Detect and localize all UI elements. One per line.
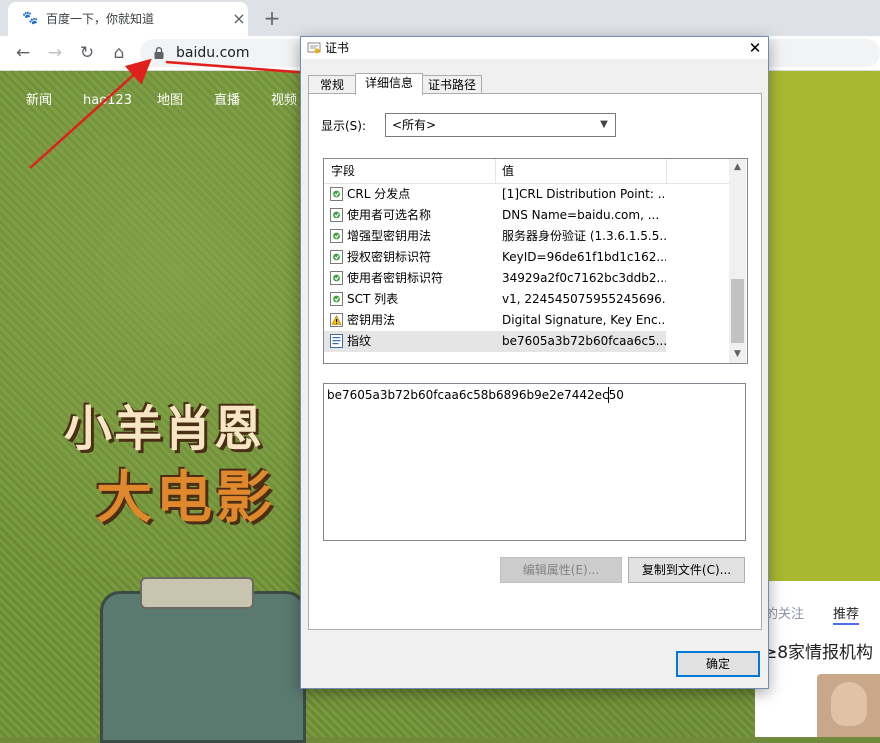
certificate-dialog: 证书 ✕ 常规 详细信息 证书路径 显示(S): <所有> ▼ 字段 值 CRL… <box>300 36 769 689</box>
table-row[interactable]: 增强型密钥用法 服务器身份验证 (1.3.6.1.5.5... <box>324 226 666 247</box>
extension-icon <box>330 229 343 243</box>
extension-icon <box>330 292 343 306</box>
chevron-down-icon: ▼ <box>600 119 608 130</box>
nav-hao123[interactable]: hao123 <box>83 93 132 109</box>
row-field-name: 授权密钥标识符 <box>347 250 432 264</box>
poster-car-roof <box>140 577 254 609</box>
dialog-title: 证书 <box>325 41 350 55</box>
table-row[interactable]: 使用者可选名称 DNS Name=baidu.com, ... <box>324 205 666 226</box>
row-field-name: CRL 分发点 <box>347 187 411 201</box>
nav-live[interactable]: 直播 <box>214 93 240 109</box>
list-scrollbar[interactable]: ▲ ▼ <box>729 159 746 363</box>
value-detail-text: be7605a3b72b60fcaa6c58b6896b9e2e7442ec50 <box>327 388 624 402</box>
property-icon <box>330 334 343 348</box>
ok-button[interactable]: 确定 <box>676 651 760 677</box>
feed-headline[interactable]: ≥8家情报机构 <box>763 638 873 663</box>
table-row[interactable]: SCT 列表 v1, 224545075955245696... <box>324 289 666 310</box>
show-select-value: <所有> <box>392 118 437 132</box>
row-field-value: DNS Name=baidu.com, ... <box>502 208 660 222</box>
new-tab-button[interactable]: + <box>260 6 284 30</box>
row-field-name: SCT 列表 <box>347 292 399 306</box>
forward-arrow-icon[interactable]: → <box>42 40 68 66</box>
row-field-value: KeyID=96de61f1bd1c162... <box>502 250 666 264</box>
row-field-name: 密钥用法 <box>347 313 396 327</box>
row-field-value: be7605a3b72b60fcaa6c5... <box>502 334 666 348</box>
browser-tab[interactable]: 🐾 百度一下，你就知道 × <box>8 2 248 36</box>
critical-extension-icon <box>330 313 343 327</box>
url-text: baidu.com <box>176 45 250 61</box>
scroll-thumb[interactable] <box>731 279 744 343</box>
column-header-field[interactable]: 字段 <box>331 159 355 183</box>
row-field-name: 增强型密钥用法 <box>347 229 432 243</box>
reload-icon[interactable]: ↻ <box>74 40 100 66</box>
feed-tab-follow[interactable]: 的关注 <box>765 603 804 622</box>
feed-tab-recommend[interactable]: 推荐 <box>833 603 859 622</box>
tab-strip: 🐾 百度一下，你就知道 × + <box>0 0 880 36</box>
fields-list[interactable]: 字段 值 CRL 分发点 [1]CRL Distribution Point: .… <box>323 158 748 364</box>
poster-car-illustration <box>100 591 306 743</box>
extension-icon <box>330 250 343 264</box>
feed-tab-underline <box>833 623 859 625</box>
row-field-name: 指纹 <box>347 334 372 348</box>
nav-news[interactable]: 新闻 <box>26 93 52 109</box>
thumbnail-face <box>831 682 867 726</box>
tab-cert-path[interactable]: 证书路径 <box>422 75 482 94</box>
details-panel: 显示(S): <所有> ▼ 字段 值 CRL 分发点 [1]CRL Distrib… <box>308 93 762 630</box>
lock-icon[interactable] <box>154 47 164 59</box>
list-header: 字段 值 <box>324 159 729 184</box>
row-field-name: 使用者密钥标识符 <box>347 271 444 285</box>
extension-icon <box>330 187 343 201</box>
row-field-value: 34929a2f0c7162bc3ddb2... <box>502 271 666 285</box>
table-row[interactable]: CRL 分发点 [1]CRL Distribution Point: ... <box>324 184 666 205</box>
column-separator[interactable] <box>495 159 496 183</box>
close-icon[interactable]: ✕ <box>743 37 767 59</box>
column-header-value[interactable]: 值 <box>502 159 514 183</box>
extension-icon <box>330 271 343 285</box>
column-separator[interactable] <box>666 159 667 183</box>
dialog-tabs: 常规 详细信息 证书路径 <box>308 73 760 95</box>
table-row[interactable]: 密钥用法 Digital Signature, Key Enc... <box>324 310 666 331</box>
row-field-value: [1]CRL Distribution Point: ... <box>502 187 666 201</box>
row-field-value: v1, 224545075955245696... <box>502 292 666 306</box>
close-tab-icon[interactable]: × <box>230 10 248 28</box>
table-row[interactable]: 使用者密钥标识符 34929a2f0c7162bc3ddb2... <box>324 268 666 289</box>
table-row[interactable]: 指纹 be7605a3b72b60fcaa6c5... <box>324 331 666 352</box>
nav-video[interactable]: 视频 <box>271 93 297 109</box>
row-field-value: Digital Signature, Key Enc... <box>502 313 666 327</box>
home-icon[interactable]: ⌂ <box>106 40 132 66</box>
feed-thumbnail[interactable] <box>817 674 880 737</box>
poster-title-line2: 大电影 <box>96 466 276 531</box>
row-field-name: 使用者可选名称 <box>347 208 432 222</box>
dialog-titlebar[interactable]: 证书 ✕ <box>301 37 768 59</box>
feed-panel: 的关注 推荐 ≥8家情报机构 <box>755 581 880 737</box>
tab-general[interactable]: 常规 <box>308 75 356 94</box>
extension-icon <box>330 208 343 222</box>
show-select[interactable]: <所有> ▼ <box>385 113 616 137</box>
baidu-paw-icon: 🐾 <box>22 11 39 26</box>
poster-title-line1: 小羊肖恩 <box>64 401 265 457</box>
text-caret <box>608 387 609 403</box>
show-label: 显示(S): <box>321 119 367 133</box>
value-detail-box[interactable]: be7605a3b72b60fcaa6c58b6896b9e2e7442ec50 <box>323 383 746 541</box>
row-field-value: 服务器身份验证 (1.3.6.1.5.5... <box>502 229 666 243</box>
certificate-icon <box>307 42 321 54</box>
scroll-up-icon[interactable]: ▲ <box>729 159 746 176</box>
back-arrow-icon[interactable]: ← <box>10 40 36 66</box>
tab-details[interactable]: 详细信息 <box>355 73 423 95</box>
table-row[interactable]: 授权密钥标识符 KeyID=96de61f1bd1c162... <box>324 247 666 268</box>
edit-properties-button[interactable]: 编辑属性(E)... <box>500 557 622 583</box>
copy-to-file-button[interactable]: 复制到文件(C)... <box>628 557 745 583</box>
background-lime-area <box>768 71 880 631</box>
tab-title: 百度一下，你就知道 <box>46 12 155 26</box>
nav-map[interactable]: 地图 <box>157 93 183 109</box>
scroll-down-icon[interactable]: ▼ <box>729 346 746 363</box>
